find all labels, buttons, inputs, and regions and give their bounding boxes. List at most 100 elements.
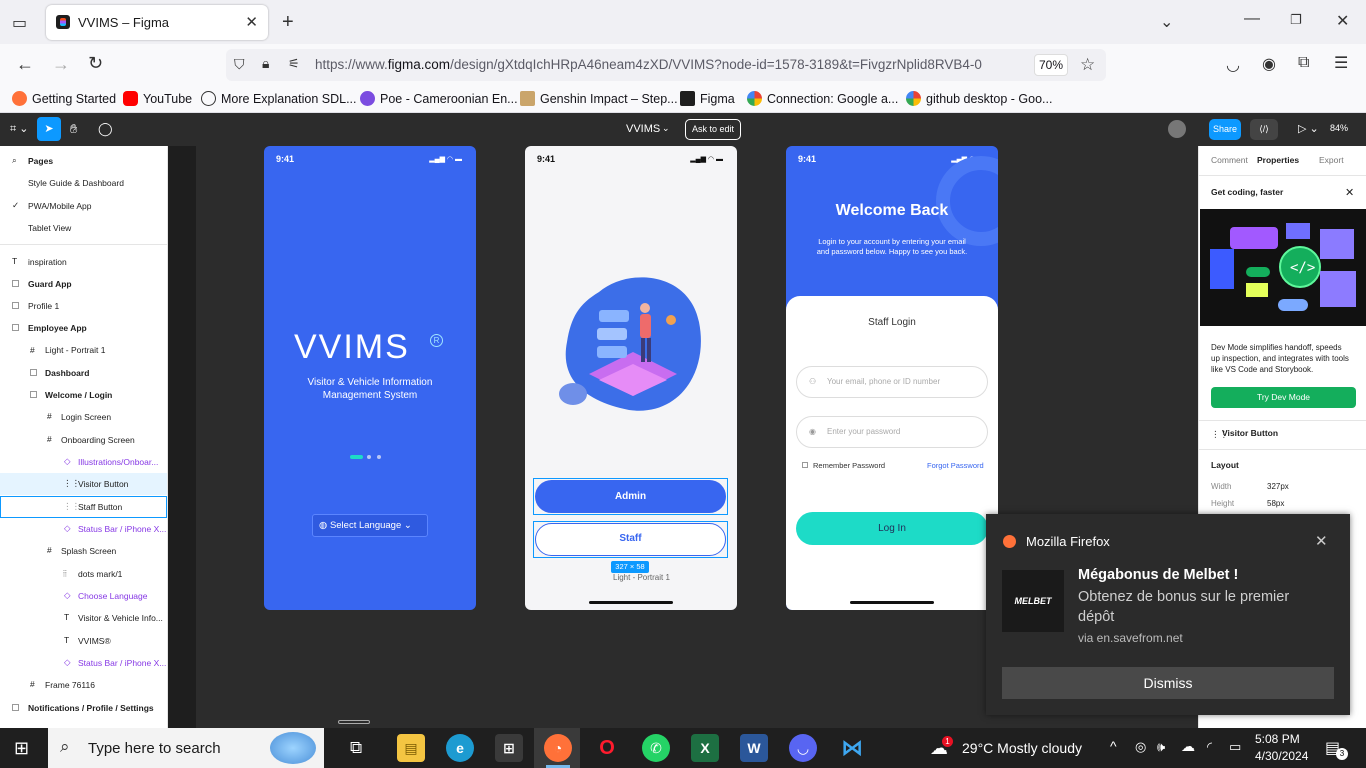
weather-text[interactable]: 29°C Mostly cloudy — [962, 740, 1082, 756]
permissions-icon[interactable]: ⚟ — [288, 56, 300, 72]
tab-comment[interactable]: Comment — [1211, 155, 1248, 165]
layer-item[interactable]: inspiration — [28, 257, 67, 267]
bookmark-item[interactable]: YouTube — [123, 91, 192, 106]
browser-tab[interactable]: VVIMS – Figma ✕ — [46, 5, 268, 40]
login-button[interactable]: Log In — [796, 512, 988, 545]
select-language-button[interactable]: ◍ Select Language ⌄ — [312, 514, 428, 537]
pages-heading[interactable]: Pages — [28, 156, 53, 166]
page-item[interactable]: Style Guide & Dashboard — [28, 178, 124, 188]
onedrive-icon[interactable]: ☁ — [1181, 738, 1195, 755]
reload-icon[interactable]: ↻ — [88, 53, 103, 74]
back-icon[interactable]: ← — [16, 54, 34, 75]
pocket-icon[interactable]: ◡ — [1226, 55, 1240, 75]
volume-icon[interactable]: 🕪︎ — [1157, 739, 1165, 755]
firefox-icon[interactable]: ◔ — [544, 734, 572, 762]
new-tab-icon[interactable]: + — [282, 11, 294, 34]
dismiss-button[interactable]: Dismiss — [1002, 667, 1334, 699]
tab-list-chevron-icon[interactable]: ⌄ — [1160, 12, 1173, 32]
selected-layer-name[interactable]: Visitor Button — [1222, 428, 1278, 438]
layer-item[interactable]: Welcome / Login — [45, 390, 112, 400]
search-icon[interactable]: ⌕ — [12, 155, 17, 166]
url-bar[interactable]: ⛉ 🔒︎ ⚟ https://www.figma.com/design/gXtd… — [226, 49, 1106, 81]
wifi-icon[interactable]: ◜ — [1207, 739, 1212, 755]
password-field[interactable]: ◉ Enter your password — [796, 416, 988, 448]
bookmark-item[interactable]: Getting Started — [12, 91, 116, 106]
zoom-level[interactable]: 84% — [1330, 123, 1348, 133]
comment-tool-icon[interactable]: ◯ — [98, 121, 113, 137]
bookmark-item[interactable]: Connection: Google a... — [747, 91, 898, 106]
zoom-level[interactable]: 70% — [1034, 54, 1068, 76]
onboarding-screen-frame[interactable]: 9:41 ▂▄▆ ◠ ▬ Admin Staff 327 × 58 Light … — [525, 146, 737, 610]
url-text[interactable]: https://www.figma.com/design/gXtdqIchHRp… — [315, 57, 982, 72]
layer-item[interactable]: Choose Language — [78, 591, 147, 601]
edge-icon[interactable]: e — [446, 734, 474, 762]
layer-item[interactable]: Staff Button — [78, 502, 122, 512]
window-close-icon[interactable]: ✕ — [1336, 11, 1349, 31]
layer-item[interactable]: Employee App — [28, 323, 87, 333]
layer-item[interactable]: Status Bar / iPhone X... — [78, 658, 166, 668]
height-value[interactable]: 58px — [1267, 499, 1284, 508]
figma-main-menu-icon[interactable]: ⌗ ⌄ — [10, 122, 28, 136]
lock-icon[interactable]: 🔒︎ — [262, 55, 269, 72]
account-icon[interactable]: ◉ — [1262, 54, 1276, 74]
file-menu-chevron-icon[interactable]: ⌄ — [662, 123, 670, 134]
layer-item[interactable]: Illustrations/Onboar... — [78, 457, 158, 467]
width-value[interactable]: 327px — [1267, 482, 1289, 491]
try-dev-mode-button[interactable]: Try Dev Mode — [1211, 387, 1356, 408]
opera-icon[interactable]: O — [593, 734, 621, 762]
forgot-password-link[interactable]: Forgot Password — [927, 461, 984, 470]
forward-icon[interactable]: → — [52, 54, 70, 75]
restore-icon[interactable]: ❐ — [1290, 12, 1302, 28]
page-item-active[interactable]: PWA/Mobile App — [28, 201, 91, 211]
minimize-icon[interactable]: — — [1244, 10, 1260, 28]
staff-button[interactable]: Staff — [535, 523, 726, 556]
move-tool-icon[interactable]: ➤ — [37, 117, 61, 141]
layer-item[interactable]: Notifications / Profile / Settings — [28, 703, 154, 713]
clock-time[interactable]: 5:08 PM — [1255, 732, 1300, 746]
whatsapp-icon[interactable]: ✆ — [642, 734, 670, 762]
email-field[interactable]: ⚇ Your email, phone or ID number — [796, 366, 988, 398]
horizontal-scrollbar[interactable] — [338, 720, 370, 724]
share-button[interactable]: Share — [1209, 119, 1241, 140]
layer-item[interactable]: Profile 1 — [28, 301, 59, 311]
battery-icon[interactable]: ▭ — [1229, 739, 1241, 755]
layer-item[interactable]: Guard App — [28, 279, 72, 289]
excel-icon[interactable]: X — [691, 734, 719, 762]
bookmark-item[interactable]: More Explanation SDL... — [201, 91, 357, 106]
layer-item[interactable]: Visitor & Vehicle Info... — [78, 613, 163, 623]
vscode-icon[interactable]: ⋈ — [838, 734, 866, 762]
bookmark-star-icon[interactable]: ☆ — [1080, 55, 1095, 75]
store-icon[interactable]: ⊞ — [495, 734, 523, 762]
close-icon[interactable]: ✕ — [1315, 532, 1328, 550]
file-name[interactable]: VVIMS — [626, 123, 660, 135]
file-explorer-icon[interactable]: ▤ — [397, 734, 425, 762]
ask-to-edit-button[interactable]: Ask to edit — [685, 119, 741, 140]
tab-properties[interactable]: Properties — [1257, 155, 1299, 165]
bookmark-item[interactable]: Genshin Impact – Step... — [520, 91, 678, 106]
hand-tool-icon[interactable]: ✋︎ — [70, 121, 77, 137]
menu-icon[interactable]: ☰ — [1334, 53, 1348, 73]
page-item[interactable]: Tablet View — [28, 223, 71, 233]
tab-overview-icon[interactable]: ▭ — [12, 13, 27, 33]
bookmark-item[interactable]: github desktop - Goo... — [906, 91, 1052, 106]
layer-item[interactable]: Frame 76116 — [45, 680, 95, 690]
clock-date[interactable]: 4/30/2024 — [1255, 749, 1308, 763]
task-view-icon[interactable]: ⧉ — [350, 738, 362, 758]
tracking-shield-icon[interactable]: ⛉ — [234, 56, 245, 73]
layer-item-selected[interactable]: Visitor Button — [78, 479, 128, 489]
bookmark-item[interactable]: Poe - Cameroonian En... — [360, 91, 518, 106]
tab-export[interactable]: Export — [1319, 155, 1344, 165]
extensions-icon[interactable]: ⧉ — [1298, 54, 1309, 72]
bookmark-item[interactable]: Figma — [680, 91, 735, 106]
layer-item[interactable]: Status Bar / iPhone X... — [78, 524, 166, 534]
avatar[interactable] — [1168, 120, 1186, 138]
chevron-up-icon[interactable]: ^ — [1110, 738, 1117, 754]
meet-now-icon[interactable]: ◎ — [1135, 739, 1146, 755]
search-box[interactable]: ⌕ Type here to search — [48, 728, 324, 768]
layer-item[interactable]: Login Screen — [61, 412, 111, 422]
tab-close-icon[interactable]: ✕ — [245, 13, 258, 31]
remember-checkbox[interactable] — [802, 462, 808, 468]
word-icon[interactable]: W — [740, 734, 768, 762]
windows-start-icon[interactable]: ⊞ — [14, 738, 29, 759]
login-screen-frame[interactable]: 9:41 ▂▄▆ ◠ ▬ Welcome Back Login to your … — [786, 146, 998, 610]
